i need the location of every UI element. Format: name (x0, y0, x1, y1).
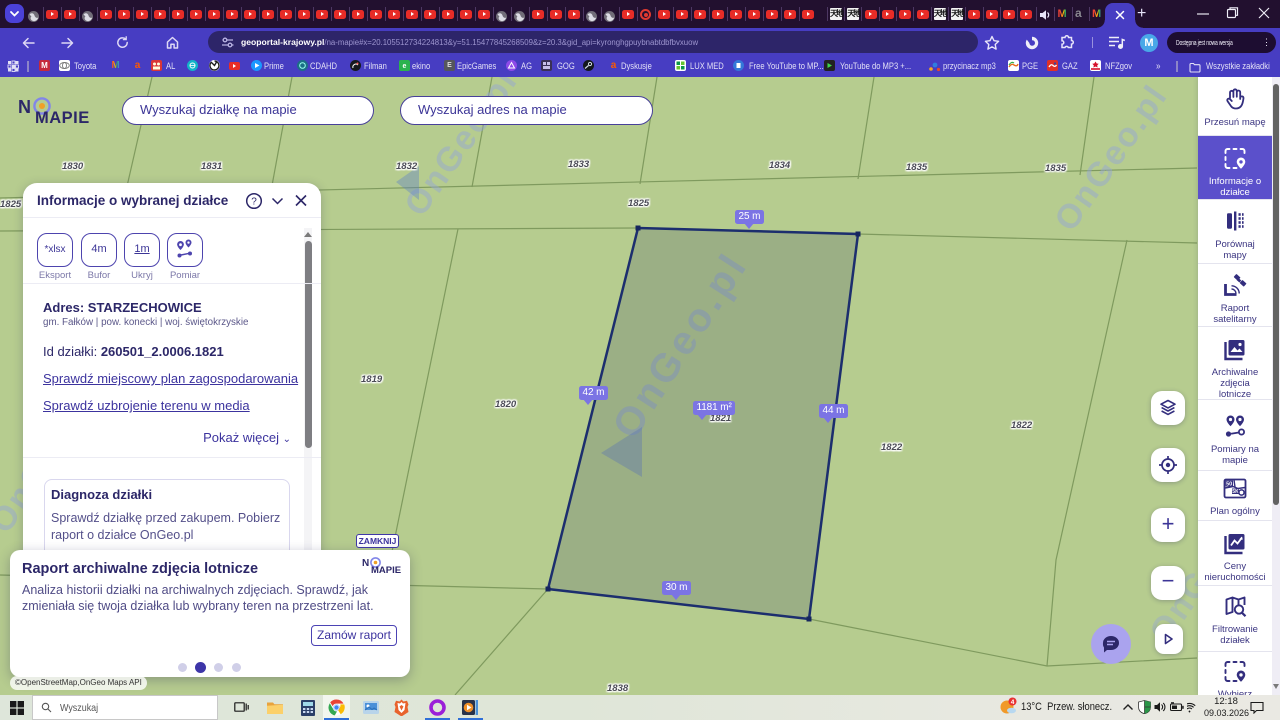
svg-text:?: ? (251, 197, 257, 208)
svg-text:50: 50 (1226, 482, 1232, 488)
svg-text:5K: 5K (1232, 489, 1239, 495)
svg-text:4: 4 (1011, 699, 1015, 706)
svg-text:OnGeo.pl: OnGeo.pl (1047, 78, 1175, 238)
